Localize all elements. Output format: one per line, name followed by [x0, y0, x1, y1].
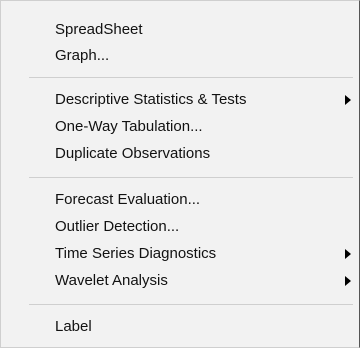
menu-separator	[29, 177, 353, 178]
context-menu: SpreadSheet Graph... Descriptive Statist…	[0, 0, 360, 348]
menu-item-label: One-Way Tabulation...	[55, 118, 203, 135]
submenu-arrow-icon	[345, 95, 351, 105]
menu-item-outlier-detection[interactable]: Outlier Detection...	[55, 214, 359, 240]
menu-item-label: Time Series Diagnostics	[55, 245, 217, 262]
menu-item-label: Duplicate Observations	[55, 145, 211, 162]
menu-item-label: Label	[55, 318, 92, 335]
menu-item-time-series-diagnostics[interactable]: Time Series Diagnostics	[55, 241, 359, 267]
submenu-arrow-icon	[345, 276, 351, 286]
menu-item-label: Descriptive Statistics & Tests	[55, 91, 247, 108]
menu-item-spreadsheet[interactable]: SpreadSheet	[55, 17, 359, 43]
menu-item-descriptive-statistics[interactable]: Descriptive Statistics & Tests	[55, 87, 359, 113]
menu-item-wavelet-analysis[interactable]: Wavelet Analysis	[55, 268, 359, 294]
menu-item-label-command[interactable]: Label	[55, 314, 359, 340]
menu-item-forecast-evaluation[interactable]: Forecast Evaluation...	[55, 187, 359, 213]
menu-item-label: Forecast Evaluation...	[55, 191, 201, 208]
submenu-arrow-icon	[345, 249, 351, 259]
menu-separator	[29, 77, 353, 78]
menu-item-label: Outlier Detection...	[55, 218, 180, 235]
menu-item-label: SpreadSheet	[55, 21, 143, 38]
menu-item-graph[interactable]: Graph...	[55, 43, 359, 69]
menu-item-label: Wavelet Analysis	[55, 272, 168, 289]
menu-item-label: Graph...	[55, 47, 110, 64]
menu-separator	[29, 304, 353, 305]
menu-item-duplicate-observations[interactable]: Duplicate Observations	[55, 141, 359, 167]
menu-item-one-way-tabulation[interactable]: One-Way Tabulation...	[55, 114, 359, 140]
